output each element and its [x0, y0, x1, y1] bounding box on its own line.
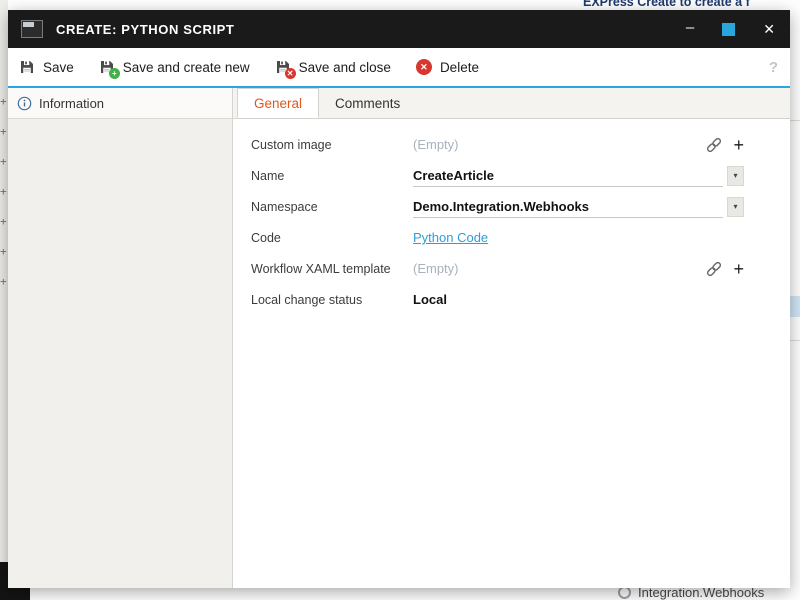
close-button[interactable]: ✕ — [763, 22, 775, 36]
field-input-name[interactable]: CreateArticle — [413, 164, 723, 187]
field-controls: + — [704, 259, 744, 279]
form-field-row-code: CodePython Code — [251, 222, 744, 253]
field-label: Custom image — [251, 138, 413, 152]
toolbar: Save+Save and create new✕Save and close✕… — [8, 48, 790, 88]
link-icon[interactable] — [704, 135, 724, 155]
field-value: CreateArticle — [413, 168, 494, 183]
background-hint-text: EXPress Create to create a f — [583, 0, 750, 9]
save-button[interactable]: Save — [18, 58, 74, 76]
save-and-create-new-button[interactable]: + Save and create new — [98, 58, 250, 76]
field-controls: ▾ — [727, 197, 744, 217]
sidebar-section-label: Information — [39, 96, 104, 111]
dropdown-button[interactable]: ▾ — [727, 197, 744, 217]
save-and-close-icon: ✕ — [274, 58, 292, 76]
form-field-row-local-change-status: Local change statusLocal — [251, 284, 744, 315]
tab-strip: GeneralComments — [233, 88, 790, 119]
sidebar: Information — [8, 88, 233, 588]
sidebar-body — [8, 119, 232, 588]
sidebar-section-information[interactable]: Information — [8, 88, 232, 119]
toolbar-button-label: Save and close — [299, 60, 391, 75]
field-label: Name — [251, 169, 413, 183]
screen: { "window": { "title": "CREATE: PYTHON S… — [0, 0, 800, 600]
toolbar-button-label: Save and create new — [123, 60, 250, 75]
field-label: Namespace — [251, 200, 413, 214]
form: Custom image(Empty)+NameCreateArticle▾Na… — [233, 119, 790, 315]
content-panel: GeneralComments Custom image(Empty)+Name… — [233, 88, 790, 588]
field-controls: + — [704, 135, 744, 155]
save-icon — [18, 58, 36, 76]
field-value: Local — [413, 292, 447, 307]
form-field-row-workflow-xaml-template: Workflow XAML template(Empty) + — [251, 253, 744, 284]
maximize-button[interactable] — [722, 23, 735, 36]
background-left-panel — [0, 0, 8, 600]
field-controls: ▾ — [727, 166, 744, 186]
tab-comments[interactable]: Comments — [319, 88, 416, 118]
field-value: (Empty) — [413, 137, 459, 152]
field-label: Workflow XAML template — [251, 262, 413, 276]
field-link-python-code[interactable]: Python Code — [413, 230, 488, 245]
field-input-namespace[interactable]: Demo.Integration.Webhooks — [413, 195, 723, 218]
field-value-zone: (Empty) — [413, 258, 700, 280]
window-controls: – ✕ — [686, 22, 775, 37]
delete-icon: ✕ — [415, 58, 433, 76]
save-and-create-new-icon: + — [98, 58, 116, 76]
toolbar-button-label: Save — [43, 60, 74, 75]
add-button[interactable]: + — [733, 136, 744, 154]
background-selected-row-sliver — [790, 296, 800, 317]
dialog-body: Information GeneralComments Custom image… — [8, 88, 790, 588]
toolbar-button-label: Delete — [440, 60, 479, 75]
field-value: (Empty) — [413, 261, 459, 276]
minimize-button[interactable]: – — [686, 20, 694, 35]
field-value-zone: (Empty) — [413, 134, 700, 156]
dialog-title: CREATE: PYTHON SCRIPT — [56, 22, 673, 37]
field-value: Demo.Integration.Webhooks — [413, 199, 589, 214]
form-field-row-custom-image: Custom image(Empty) + — [251, 129, 744, 160]
background-row-line — [790, 120, 800, 121]
dropdown-button[interactable]: ▾ — [727, 166, 744, 186]
background-row-line — [790, 340, 800, 341]
field-value-zone: Local — [413, 289, 744, 311]
form-field-row-name: NameCreateArticle ▾ — [251, 160, 744, 191]
link-icon[interactable] — [704, 259, 724, 279]
title-bar: CREATE: PYTHON SCRIPT – ✕ — [8, 10, 790, 48]
app-window-icon — [21, 20, 43, 38]
form-field-row-namespace: NamespaceDemo.Integration.Webhooks ▾ — [251, 191, 744, 222]
save-and-close-button[interactable]: ✕ Save and close — [274, 58, 391, 76]
field-label: Local change status — [251, 293, 413, 307]
create-python-script-dialog: CREATE: PYTHON SCRIPT – ✕ Save + Save and … — [8, 10, 790, 588]
field-value-zone: Python Code — [413, 227, 744, 249]
delete-button[interactable]: ✕ Delete — [415, 58, 479, 76]
info-icon — [17, 96, 32, 111]
add-button[interactable]: + — [733, 260, 744, 278]
help-icon[interactable]: ? — [769, 59, 780, 76]
toolbar-buttons: Save+Save and create new✕Save and close✕… — [18, 58, 479, 76]
field-label: Code — [251, 231, 413, 245]
tab-general[interactable]: General — [237, 88, 319, 118]
